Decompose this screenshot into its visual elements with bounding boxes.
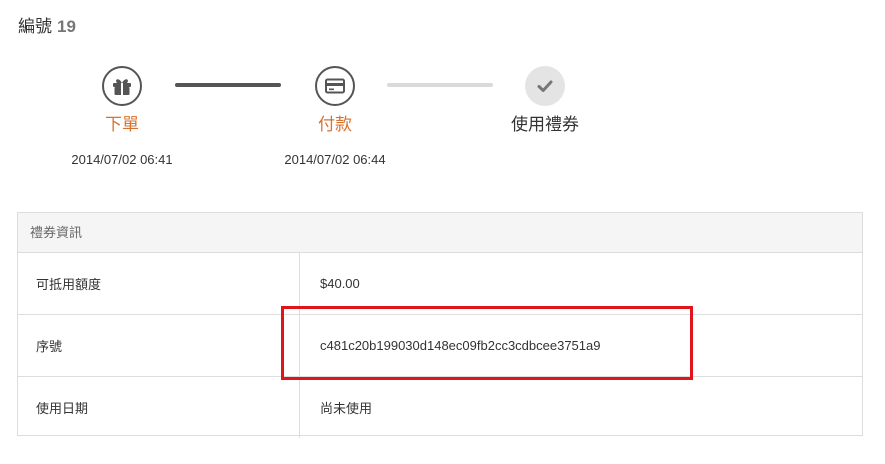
check-icon bbox=[525, 66, 565, 106]
order-number: 19 bbox=[57, 17, 76, 36]
progress-step-order: 下單 2014/07/02 06:41 bbox=[42, 66, 202, 167]
table-row: 序號 c481c20b199030d148ec09fb2cc3cdbcee375… bbox=[18, 315, 862, 377]
row-value-amount: $40.00 bbox=[320, 276, 360, 291]
row-value-serial[interactable]: c481c20b199030d148ec09fb2cc3cdbcee3751a9 bbox=[300, 315, 862, 376]
progress-step-payment: 付款 2014/07/02 06:44 bbox=[255, 66, 415, 167]
row-label-use-date: 使用日期 bbox=[18, 377, 300, 438]
gift-icon bbox=[102, 66, 142, 106]
step-time: 2014/07/02 06:41 bbox=[71, 152, 173, 167]
row-value-use-date: 尚未使用 bbox=[320, 401, 373, 416]
credit-card-icon bbox=[315, 66, 355, 106]
row-label-serial: 序號 bbox=[18, 315, 300, 376]
progress-step-use-voucher: 使用禮券 bbox=[465, 66, 625, 152]
step-time: 2014/07/02 06:44 bbox=[284, 152, 386, 167]
step-label: 下單 bbox=[105, 115, 139, 134]
table-row: 使用日期 尚未使用 bbox=[18, 377, 862, 438]
order-number-label: 編號 bbox=[18, 17, 52, 36]
order-heading: 編號 19 bbox=[18, 12, 76, 37]
panel-title: 禮券資訊 bbox=[18, 213, 862, 253]
table-row: 可抵用額度 $40.00 bbox=[18, 253, 862, 315]
step-label: 付款 bbox=[318, 115, 352, 134]
voucher-info-panel: 禮券資訊 可抵用額度 $40.00 序號 c481c20b199030d148e… bbox=[17, 212, 863, 438]
row-label-amount: 可抵用額度 bbox=[18, 253, 300, 314]
step-label: 使用禮券 bbox=[511, 115, 579, 134]
